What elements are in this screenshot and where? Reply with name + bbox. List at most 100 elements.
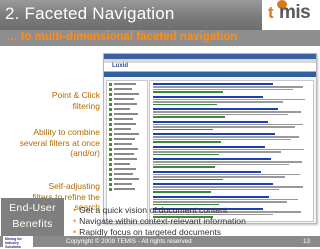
result-item[interactable] — [153, 133, 310, 143]
facet-checkbox-icon[interactable] — [109, 82, 112, 86]
facet-item[interactable] — [109, 112, 145, 116]
facet-item[interactable] — [109, 137, 145, 141]
end-user-benefits-box: End-User Benefits — [1, 198, 64, 236]
annotation-point-click: Point & Click filtering — [26, 90, 100, 111]
result-title[interactable] — [153, 158, 271, 160]
facet-sidebar — [106, 80, 148, 222]
result-title[interactable] — [153, 170, 261, 173]
result-snippet — [153, 188, 279, 190]
facet-label — [114, 138, 135, 140]
result-item[interactable] — [153, 120, 310, 130]
result-link[interactable] — [153, 191, 211, 193]
facet-checkbox-icon[interactable] — [109, 172, 112, 176]
facet-item[interactable] — [109, 82, 145, 86]
facet-item[interactable] — [109, 132, 145, 136]
facet-checkbox-icon[interactable] — [109, 117, 112, 121]
result-item[interactable] — [153, 145, 310, 155]
facet-item[interactable] — [109, 127, 145, 131]
result-link[interactable] — [153, 128, 213, 130]
result-link[interactable] — [153, 103, 217, 105]
facet-checkbox-icon[interactable] — [109, 162, 112, 166]
result-item[interactable] — [153, 158, 310, 168]
facet-item[interactable] — [109, 152, 145, 156]
result-title[interactable] — [153, 120, 268, 123]
result-item[interactable] — [153, 195, 310, 205]
slide-footer: Mining for Industry Solutions Copyright … — [0, 236, 320, 249]
result-link[interactable] — [153, 178, 223, 180]
result-snippet — [153, 173, 300, 175]
footer-badge-text: Mining for Industry Solutions — [5, 237, 33, 249]
facet-checkbox-icon[interactable] — [109, 87, 112, 91]
facet-checkbox-icon[interactable] — [109, 147, 112, 151]
app-banner: Luxid — [104, 63, 316, 72]
result-snippet — [153, 198, 298, 200]
facet-item[interactable] — [109, 142, 145, 146]
facet-item[interactable] — [109, 187, 145, 191]
facet-item[interactable] — [109, 92, 145, 96]
facet-checkbox-icon[interactable] — [109, 97, 112, 101]
facet-item[interactable] — [109, 87, 145, 91]
result-item[interactable] — [153, 108, 310, 118]
bullet-dot-icon: • — [73, 216, 77, 226]
facet-checkbox-icon[interactable] — [109, 187, 112, 191]
facet-checkbox-icon[interactable] — [109, 107, 112, 111]
benefit-bullets: • Get a quick vision of document content … — [73, 205, 313, 238]
facet-label — [114, 178, 139, 180]
facet-item[interactable] — [109, 107, 145, 111]
temis-logo: t mis — [262, 0, 320, 32]
result-title[interactable] — [153, 195, 269, 198]
result-snippet — [153, 101, 283, 103]
app-screenshot: Luxid — [103, 53, 317, 224]
facet-checkbox-icon[interactable] — [109, 112, 112, 116]
facet-item[interactable] — [109, 177, 145, 181]
result-title[interactable] — [153, 108, 278, 110]
facet-checkbox-icon[interactable] — [109, 127, 112, 131]
facet-checkbox-icon[interactable] — [109, 157, 112, 161]
facet-item[interactable] — [109, 172, 145, 176]
facet-checkbox-icon[interactable] — [109, 102, 112, 106]
result-title[interactable] — [153, 183, 273, 185]
result-item[interactable] — [153, 95, 310, 105]
facet-label — [114, 148, 138, 150]
app-body — [104, 78, 316, 223]
facet-checkbox-icon[interactable] — [109, 152, 112, 156]
facet-item[interactable] — [109, 97, 145, 101]
facet-checkbox-icon[interactable] — [109, 137, 112, 141]
footer-badge-logo: Mining for Industry Solutions — [3, 236, 33, 249]
facet-label — [114, 103, 137, 105]
facet-checkbox-icon[interactable] — [109, 177, 112, 181]
facet-checkbox-icon[interactable] — [109, 182, 112, 186]
facet-item[interactable] — [109, 122, 145, 126]
facet-checkbox-icon[interactable] — [109, 122, 112, 126]
result-link[interactable] — [153, 153, 219, 155]
slide-header: 2. Faceted Navigation t mis — [0, 0, 320, 32]
facet-label — [114, 93, 139, 95]
result-title[interactable] — [153, 145, 265, 148]
result-item[interactable] — [153, 183, 310, 193]
annotation-line: filtering — [72, 100, 100, 111]
result-title[interactable] — [153, 83, 273, 85]
result-link[interactable] — [153, 91, 223, 93]
result-link[interactable] — [153, 116, 225, 118]
facet-label — [114, 173, 133, 175]
result-title[interactable] — [153, 133, 275, 135]
facet-item[interactable] — [109, 147, 145, 151]
facet-checkbox-icon[interactable] — [109, 132, 112, 136]
facet-item[interactable] — [109, 102, 145, 106]
facet-label — [114, 123, 136, 125]
facet-item[interactable] — [109, 162, 145, 166]
facet-item[interactable] — [109, 117, 145, 121]
result-link[interactable] — [153, 141, 221, 143]
facet-item[interactable] — [109, 167, 145, 171]
benefit-bullet: • Navigate within context-relevant inform… — [73, 216, 313, 227]
facet-checkbox-icon[interactable] — [109, 92, 112, 96]
result-item[interactable] — [153, 83, 310, 93]
page-number: 13 — [302, 238, 310, 245]
facet-checkbox-icon[interactable] — [109, 142, 112, 146]
result-link[interactable] — [153, 166, 215, 168]
result-title[interactable] — [153, 95, 263, 98]
facet-item[interactable] — [109, 157, 145, 161]
facet-checkbox-icon[interactable] — [109, 167, 112, 171]
facet-item[interactable] — [109, 182, 145, 186]
result-item[interactable] — [153, 170, 310, 180]
